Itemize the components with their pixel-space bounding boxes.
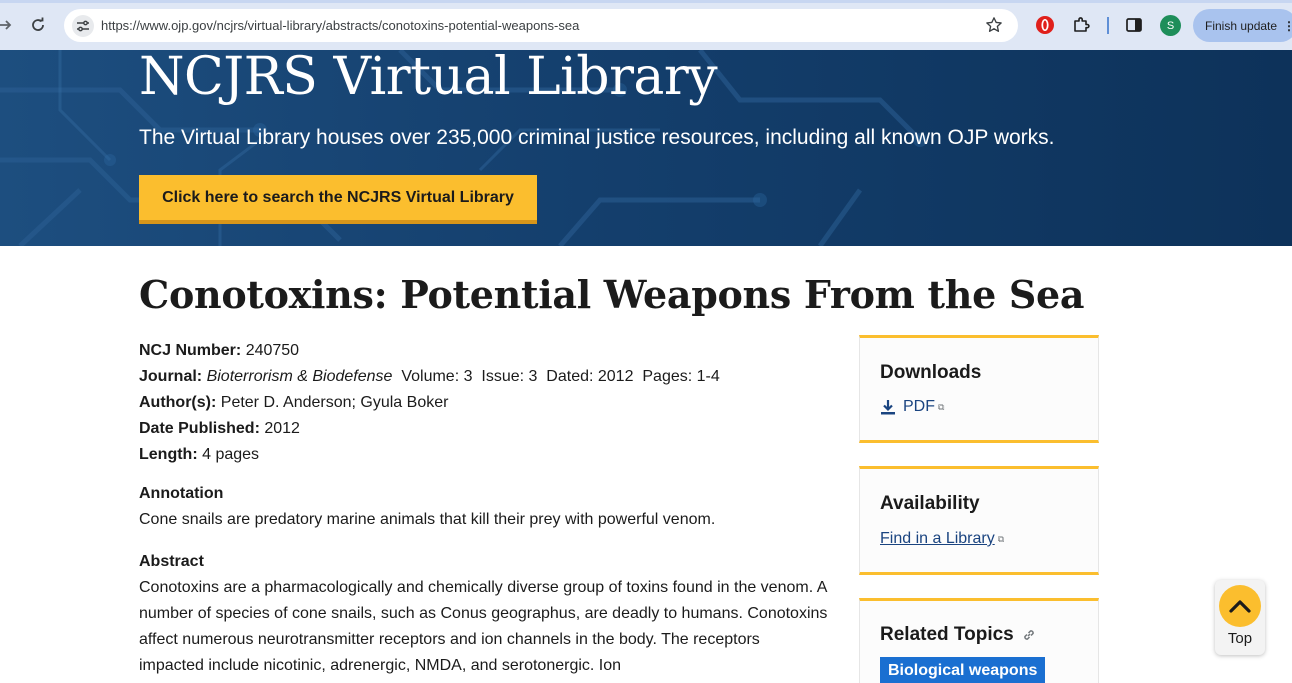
- authors-value: Peter D. Anderson; Gyula Boker: [220, 394, 449, 411]
- journal-row: Journal: Bioterrorism & Biodefense Volum…: [139, 364, 720, 390]
- hero-title: NCJRS Virtual Library: [139, 50, 718, 107]
- tab-strip-edge: [0, 0, 1292, 3]
- toolbar-divider: [1107, 17, 1109, 34]
- topic-tag-biological-weapons[interactable]: Biological weapons: [880, 657, 1046, 683]
- length-row: Length: 4 pages: [139, 442, 720, 468]
- length-label: Length:: [139, 446, 198, 463]
- forward-arrow-icon[interactable]: [0, 12, 18, 38]
- back-to-top-button[interactable]: Top: [1215, 580, 1265, 655]
- ncj-number-row: NCJ Number: 240750: [139, 338, 720, 364]
- address-bar[interactable]: https://www.ojp.gov/ncjrs/virtual-librar…: [64, 9, 1018, 42]
- article-metadata: NCJ Number: 240750 Journal: Bioterrorism…: [139, 338, 720, 468]
- hero-banner: NCJRS Virtual Library The Virtual Librar…: [0, 50, 1292, 246]
- download-icon: [880, 399, 896, 415]
- journal-details: Volume: 3 Issue: 3 Dated: 2012 Pages: 1-…: [401, 368, 720, 385]
- pdf-download-link[interactable]: PDF ⧉: [880, 398, 944, 416]
- hero-subtitle: The Virtual Library houses over 235,000 …: [139, 126, 1055, 149]
- external-link-icon: ⧉: [997, 533, 1005, 544]
- date-published-row: Date Published: 2012: [139, 416, 720, 442]
- browser-toolbar: https://www.ojp.gov/ncjrs/virtual-librar…: [0, 0, 1292, 50]
- availability-card: Availability Find in a Library ⧉: [859, 466, 1099, 575]
- chevron-up-icon: [1219, 585, 1261, 627]
- find-in-library-label[interactable]: Find in a Library: [880, 530, 995, 548]
- external-link-icon: ⧉: [938, 401, 945, 412]
- page-title: Conotoxins: Potential Weapons From the S…: [139, 272, 1085, 317]
- profile-avatar[interactable]: S: [1160, 15, 1181, 36]
- journal-name: Bioterrorism & Biodefense: [206, 368, 393, 385]
- ncj-number-label: NCJ Number:: [139, 342, 242, 359]
- date-published-label: Date Published:: [139, 420, 260, 437]
- link-chain-icon[interactable]: [1022, 628, 1036, 642]
- authors-row: Author(s): Peter D. Anderson; Gyula Boke…: [139, 390, 720, 416]
- related-topics-heading: Related Topics: [880, 624, 1036, 646]
- menu-dots-icon: ⋮: [1283, 18, 1292, 33]
- availability-title: Availability: [880, 493, 980, 514]
- back-to-top-label: Top: [1227, 630, 1253, 647]
- url-text[interactable]: https://www.ojp.gov/ncjrs/virtual-librar…: [101, 18, 579, 33]
- opera-extension-icon[interactable]: [1034, 14, 1056, 36]
- downloads-card: Downloads PDF ⧉: [859, 335, 1099, 443]
- side-panel-icon[interactable]: [1123, 14, 1145, 36]
- annotation-text: Cone snails are predatory marine animals…: [139, 511, 716, 528]
- find-in-library-link[interactable]: Find in a Library ⧉: [880, 530, 1004, 548]
- journal-label: Journal:: [139, 368, 203, 385]
- date-published-value: 2012: [264, 420, 300, 437]
- related-topics-title: Related Topics: [880, 624, 1014, 645]
- extensions-puzzle-icon[interactable]: [1070, 14, 1092, 36]
- bookmark-star-icon[interactable]: [984, 15, 1004, 35]
- annotation-heading: Annotation: [139, 485, 224, 502]
- downloads-title: Downloads: [880, 362, 982, 383]
- authors-label: Author(s):: [139, 394, 217, 411]
- ncj-number-value: 240750: [245, 342, 300, 359]
- pdf-label[interactable]: PDF: [903, 398, 935, 416]
- site-settings-icon[interactable]: [72, 15, 94, 37]
- search-library-button[interactable]: Click here to search the NCJRS Virtual L…: [139, 175, 537, 224]
- related-topics-card: Related Topics Biological weapons: [859, 598, 1099, 683]
- finish-update-label: Finish update: [1205, 18, 1278, 33]
- abstract-heading: Abstract: [139, 553, 204, 570]
- reload-icon[interactable]: [25, 12, 51, 38]
- abstract-text: Conotoxins are a pharmacologically and c…: [139, 579, 828, 674]
- length-value: 4 pages: [202, 446, 260, 463]
- finish-update-button[interactable]: Finish update ⋮: [1193, 9, 1292, 42]
